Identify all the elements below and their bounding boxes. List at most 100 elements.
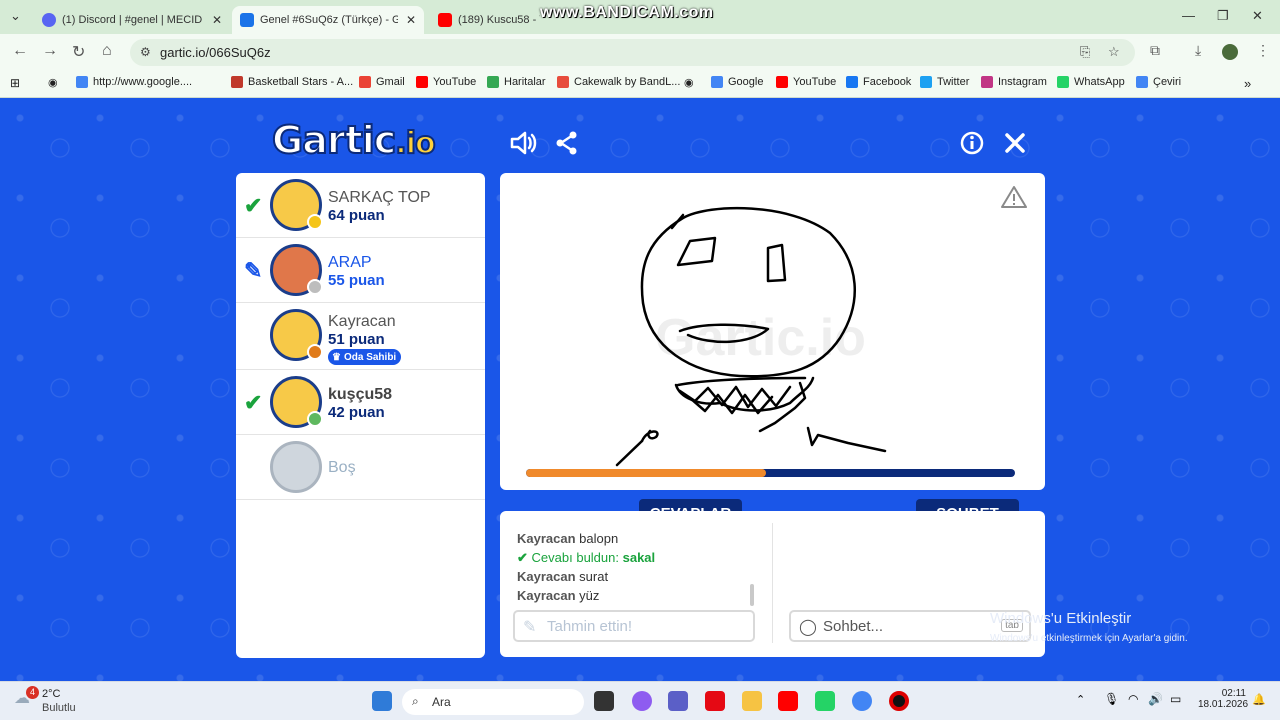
notifications-icon[interactable]: 🔔 xyxy=(1252,693,1266,706)
bookmark-star-icon[interactable]: ☆ xyxy=(1108,44,1120,60)
download-icon[interactable]: ⤓ xyxy=(1195,42,1201,59)
bookmark-item[interactable]: Twitter xyxy=(920,76,969,88)
taskbar-clock[interactable]: 02:11 18.01.2026 xyxy=(1198,688,1248,710)
report-warning-icon[interactable] xyxy=(1001,185,1027,209)
player-row[interactable]: ✎ ARAP 55 puan xyxy=(236,238,485,303)
tab-search-icon[interactable]: ⌄ xyxy=(10,8,21,24)
forward-icon[interactable]: → xyxy=(42,42,58,60)
volume-icon[interactable]: 🔊 xyxy=(1148,692,1163,706)
google-icon xyxy=(76,76,88,88)
player-name: kuşçu58 xyxy=(328,386,393,403)
bookmark-globe-icon[interactable]: ◉ xyxy=(684,76,694,89)
temperature: 2°C xyxy=(42,688,61,700)
bookmark-item[interactable]: Gmail xyxy=(359,76,405,88)
player-row[interactable]: ✔ kuşçu58 42 puan xyxy=(236,370,485,435)
logo-main: Gartic xyxy=(271,117,397,163)
copilot-icon[interactable] xyxy=(632,691,652,711)
netflix-icon[interactable] xyxy=(705,691,725,711)
player-badge xyxy=(307,344,323,360)
windows-activation-title: Windows'u Etkinleştir xyxy=(990,610,1132,627)
player-points: 55 puan xyxy=(328,272,385,289)
microphone-icon[interactable]: 🎙 xyxy=(1104,692,1119,706)
chrome-icon[interactable] xyxy=(852,691,872,711)
close-icon[interactable] xyxy=(1004,132,1026,154)
bookmark-item[interactable]: Instagram xyxy=(981,76,1047,88)
sound-icon[interactable] xyxy=(510,130,538,156)
close-tab-icon[interactable]: ✕ xyxy=(204,13,222,27)
bookmark-item[interactable]: WhatsApp xyxy=(1057,76,1125,88)
crown-icon: ♛ xyxy=(332,351,341,363)
tab-discord[interactable]: (1) Discord | #genel | MECID ✕ xyxy=(34,6,230,34)
apps-grid-icon[interactable]: ⊞ xyxy=(10,76,20,90)
instagram-icon xyxy=(981,76,993,88)
home-icon[interactable]: ⌂ xyxy=(102,42,112,60)
answers-scrollbar[interactable] xyxy=(750,584,754,606)
restore-icon[interactable]: ❐ xyxy=(1217,8,1229,24)
bookmark-label: http://www.google.... xyxy=(93,76,193,88)
url-text: gartic.io/066SuQ6z xyxy=(160,45,271,60)
close-tab-icon[interactable]: ✕ xyxy=(398,13,416,27)
tab-youtube[interactable]: (189) Kuscu58 - Yo xyxy=(430,6,540,34)
menu-icon[interactable]: ⋮ xyxy=(1256,42,1270,59)
back-icon[interactable]: ← xyxy=(12,42,28,60)
windows-start-icon[interactable] xyxy=(372,691,392,711)
twitter-icon xyxy=(920,76,932,88)
check-icon: ✔ xyxy=(517,550,528,565)
youtube-icon xyxy=(416,76,428,88)
bookmark-item[interactable]: http://www.google.... xyxy=(76,76,192,88)
answer-input[interactable]: ✎ Tahmin ettin! xyxy=(513,610,755,642)
taskbar-search[interactable]: ⌕ Ara xyxy=(402,689,584,715)
teams-icon[interactable] xyxy=(668,691,688,711)
answers-chat-panel: Kayracan balopn ✔ Cevabı buldun: sakal K… xyxy=(500,511,1045,657)
maps-icon xyxy=(487,76,499,88)
install-icon[interactable]: ⎘ xyxy=(1080,44,1090,60)
reload-icon[interactable]: ↻ xyxy=(72,42,85,62)
bookmark-item[interactable]: Facebook xyxy=(846,76,911,88)
whatsapp-app-icon[interactable] xyxy=(815,691,835,711)
bookmark-item[interactable]: Basketball Stars - A... xyxy=(231,76,353,88)
share-icon[interactable] xyxy=(555,131,579,155)
file-explorer-icon[interactable] xyxy=(742,691,762,711)
player-badge xyxy=(307,214,323,230)
bookmark-label: Haritalar xyxy=(504,76,546,88)
weather-condition: Bulutlu xyxy=(42,702,76,714)
minimize-icon[interactable]: — xyxy=(1182,8,1195,23)
drawing-pencil-icon: ✎ xyxy=(244,258,263,283)
task-view-icon[interactable] xyxy=(594,691,614,711)
bookmark-item[interactable]: YouTube xyxy=(776,76,836,88)
player-name: ARAP xyxy=(328,254,372,271)
site-info-icon[interactable]: ⚙ xyxy=(140,45,151,59)
tab-gartic[interactable]: Genel #6SuQ6z (Türkçe) - Gartic ✕ xyxy=(232,6,424,34)
bookmarks-bar: ⊞ ◉ http://www.google.... Basketball Sta… xyxy=(0,70,1280,98)
bookmark-item[interactable]: YouTube xyxy=(416,76,476,88)
weather-widget[interactable]: ☁ 4 2°C Bulutlu xyxy=(14,686,76,714)
wifi-icon[interactable]: ◠ xyxy=(1128,692,1138,706)
youtube-app-icon[interactable] xyxy=(778,691,798,711)
guessed-check-icon: ✔ xyxy=(244,193,263,218)
search-placeholder: Ara xyxy=(432,695,451,709)
battery-icon[interactable]: ▭ xyxy=(1170,692,1181,706)
player-row[interactable]: ✔ SARKAÇ TOP 64 puan xyxy=(236,173,485,238)
info-icon[interactable] xyxy=(960,131,984,155)
bookmark-item[interactable]: Haritalar xyxy=(487,76,546,88)
drawing-canvas[interactable]: Gartic.io xyxy=(500,173,1045,490)
extensions-icon[interactable]: ⧉ xyxy=(1150,42,1160,59)
empty-player-slot: Boş xyxy=(236,435,485,500)
bandicam-icon[interactable] xyxy=(889,691,909,711)
player-row[interactable]: Kayracan 51 puan ♛ Oda Sahibi xyxy=(236,303,485,370)
profile-avatar[interactable] xyxy=(1222,44,1238,60)
url-field[interactable]: ⚙ gartic.io/066SuQ6z ⎘ ☆ xyxy=(130,39,1135,66)
tray-chevron-icon[interactable]: ⌃ xyxy=(1076,693,1085,706)
bookmark-item[interactable]: Cakewalk by BandL... xyxy=(557,76,680,88)
answer-author: Kayracan xyxy=(517,588,576,603)
bookmark-globe-icon[interactable]: ◉ xyxy=(48,76,58,89)
more-bookmarks-icon[interactable]: » xyxy=(1244,76,1251,91)
bookmark-item[interactable]: Çeviri xyxy=(1136,76,1181,88)
panel-divider xyxy=(772,523,773,643)
facebook-icon xyxy=(846,76,858,88)
player-points: 51 puan xyxy=(328,331,385,348)
player-drawing xyxy=(615,206,887,467)
close-window-icon[interactable]: ✕ xyxy=(1252,8,1263,24)
tab-title: (189) Kuscu58 - Yo xyxy=(458,14,540,26)
bookmark-item[interactable]: Google xyxy=(711,76,763,88)
